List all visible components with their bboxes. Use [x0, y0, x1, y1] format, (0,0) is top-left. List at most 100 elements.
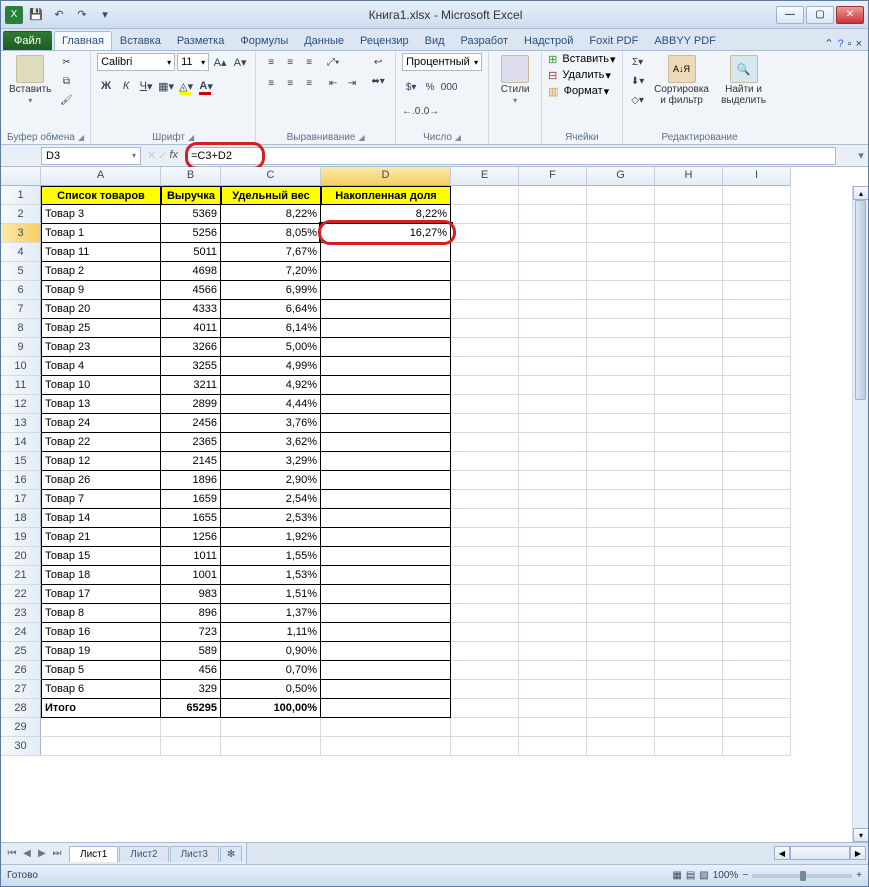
cell-revenue[interactable]: 4333 [161, 300, 221, 319]
cell-cumulative[interactable] [321, 376, 451, 395]
empty-cell[interactable] [723, 414, 791, 433]
find-select-button[interactable]: 🔍 Найти и выделить [717, 53, 771, 108]
empty-cell[interactable] [723, 357, 791, 376]
cell-product[interactable]: Товар 23 [41, 338, 161, 357]
tab-layout[interactable]: Разметка [169, 31, 233, 50]
font-size-combo[interactable]: 11▾ [177, 53, 209, 71]
cell-revenue[interactable]: 1896 [161, 471, 221, 490]
empty-cell[interactable] [451, 623, 519, 642]
row-header[interactable]: 16 [1, 471, 41, 490]
scroll-up-button[interactable]: ▴ [853, 186, 868, 200]
cell-product[interactable]: Товар 8 [41, 604, 161, 623]
cell-cumulative[interactable] [321, 509, 451, 528]
cell-cumulative[interactable] [321, 642, 451, 661]
cell-product[interactable]: Товар 20 [41, 300, 161, 319]
doc-close-icon[interactable]: × [856, 38, 862, 50]
close-button[interactable]: ✕ [836, 6, 864, 24]
worksheet-grid[interactable]: ABCDEFGHI1Список товаровВыручкаУдельный … [1, 167, 868, 842]
empty-cell[interactable] [519, 604, 587, 623]
cell-product[interactable]: Товар 16 [41, 623, 161, 642]
empty-cell[interactable] [519, 680, 587, 699]
paste-button[interactable]: Вставить ▾ [7, 53, 53, 107]
empty-cell[interactable] [587, 376, 655, 395]
empty-cell[interactable] [519, 224, 587, 243]
empty-cell[interactable] [519, 737, 587, 756]
empty-cell[interactable] [451, 699, 519, 718]
empty-cell[interactable] [587, 680, 655, 699]
cell-product[interactable]: Товар 22 [41, 433, 161, 452]
increase-font-button[interactable]: A▴ [211, 53, 229, 71]
table-header-cell[interactable]: Удельный вес [221, 186, 321, 205]
tab-insert[interactable]: Вставка [112, 31, 169, 50]
column-header[interactable]: F [519, 167, 587, 186]
empty-cell[interactable] [723, 395, 791, 414]
empty-cell[interactable] [451, 433, 519, 452]
empty-cell[interactable] [519, 528, 587, 547]
empty-cell[interactable] [655, 300, 723, 319]
cell-revenue[interactable]: 2899 [161, 395, 221, 414]
decrease-indent-button[interactable]: ⇤ [324, 74, 342, 92]
zoom-slider[interactable] [752, 874, 852, 878]
empty-cell[interactable] [451, 186, 519, 205]
cell-product[interactable]: Товар 19 [41, 642, 161, 661]
row-header[interactable]: 27 [1, 680, 41, 699]
row-header[interactable]: 6 [1, 281, 41, 300]
cut-button[interactable]: ✂ [57, 53, 75, 71]
empty-cell[interactable] [587, 737, 655, 756]
cell-revenue[interactable]: 1001 [161, 566, 221, 585]
cell-revenue[interactable]: 329 [161, 680, 221, 699]
cell-cumulative[interactable] [321, 623, 451, 642]
table-header-cell[interactable]: Выручка [161, 186, 221, 205]
row-header[interactable]: 19 [1, 528, 41, 547]
cell-product[interactable]: Товар 6 [41, 680, 161, 699]
cell-weight[interactable]: 1,55% [221, 547, 321, 566]
insert-cells-button[interactable]: ⊞ Вставить▾ [548, 53, 615, 66]
view-page-layout-button[interactable]: ▤ [686, 870, 695, 881]
empty-cell[interactable] [723, 471, 791, 490]
empty-cell[interactable] [723, 490, 791, 509]
row-header[interactable]: 22 [1, 585, 41, 604]
cell-revenue[interactable]: 2456 [161, 414, 221, 433]
cell-cumulative[interactable] [321, 528, 451, 547]
sheet-tab-1[interactable]: Лист1 [69, 846, 118, 862]
empty-cell[interactable] [587, 205, 655, 224]
cell-revenue[interactable]: 456 [161, 661, 221, 680]
clear-button[interactable]: ◇▾ [629, 91, 647, 109]
name-box[interactable]: D3 ▾ [41, 147, 141, 165]
cell-weight[interactable]: 2,54% [221, 490, 321, 509]
cell-weight[interactable]: 1,92% [221, 528, 321, 547]
cell-product[interactable]: Товар 2 [41, 262, 161, 281]
column-header[interactable]: I [723, 167, 791, 186]
empty-cell[interactable] [723, 433, 791, 452]
empty-cell[interactable] [519, 186, 587, 205]
row-header[interactable]: 20 [1, 547, 41, 566]
row-header[interactable]: 28 [1, 699, 41, 718]
cell-weight[interactable]: 0,90% [221, 642, 321, 661]
empty-cell[interactable] [723, 300, 791, 319]
column-header[interactable]: G [587, 167, 655, 186]
view-page-break-button[interactable]: ▧ [699, 870, 708, 881]
empty-cell[interactable] [519, 585, 587, 604]
empty-cell[interactable] [519, 376, 587, 395]
empty-cell[interactable] [587, 319, 655, 338]
align-bottom-button[interactable]: ≡ [300, 53, 318, 71]
view-normal-button[interactable]: ▦ [672, 870, 681, 881]
empty-cell[interactable] [723, 718, 791, 737]
alignment-dialog-launcher[interactable]: ◢ [358, 133, 364, 142]
empty-cell[interactable] [587, 300, 655, 319]
cell-revenue[interactable]: 1659 [161, 490, 221, 509]
fill-color-button[interactable]: ◬▾ [177, 77, 195, 95]
cell-cumulative[interactable] [321, 547, 451, 566]
cell-revenue[interactable]: 983 [161, 585, 221, 604]
empty-cell[interactable] [519, 300, 587, 319]
empty-cell[interactable] [451, 395, 519, 414]
empty-cell[interactable] [723, 243, 791, 262]
cell-weight[interactable]: 1,53% [221, 566, 321, 585]
empty-cell[interactable] [655, 452, 723, 471]
window-restore-icon[interactable]: ▫ [848, 38, 852, 50]
empty-cell[interactable] [451, 680, 519, 699]
align-middle-button[interactable]: ≡ [281, 53, 299, 71]
enter-formula-icon[interactable]: ✓ [158, 149, 167, 162]
empty-cell[interactable] [723, 642, 791, 661]
cell-weight[interactable]: 2,53% [221, 509, 321, 528]
